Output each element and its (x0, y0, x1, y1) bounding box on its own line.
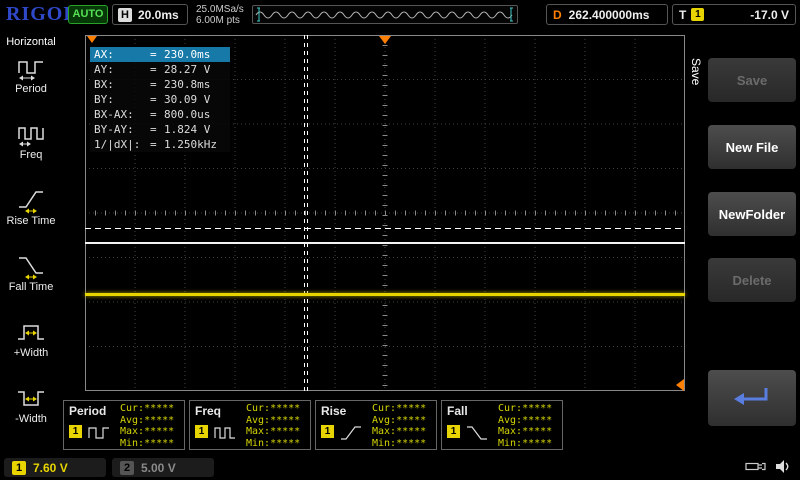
channel1-status[interactable]: 1 7.60 V (4, 458, 106, 477)
acquisition-info: 25.0MSa/s 6.00M pts (196, 4, 244, 26)
sidebar-item-period[interactable]: Period (0, 56, 62, 95)
sidebar-item-freq[interactable]: Freq (0, 122, 62, 161)
oscilloscope-screen: RIGOL AUTO H 20.0ms 25.0MSa/s 6.00M pts … (0, 0, 800, 480)
delay-icon: D (553, 8, 562, 22)
timebase-value: 20.0ms (138, 8, 179, 22)
channel1-trace (85, 293, 685, 296)
measurement-box-rise[interactable]: Rise 1 Cur:***** Avg:***** Max:***** Min… (315, 400, 437, 450)
cursor-ay-line[interactable] (85, 228, 685, 229)
measurement-box-period[interactable]: Period 1 Cur:***** Avg:***** Max:***** M… (63, 400, 185, 450)
status-bar: RIGOL AUTO H 20.0ms 25.0MSa/s 6.00M pts … (0, 0, 800, 30)
status-icons (745, 459, 792, 474)
return-arrow-icon (731, 384, 773, 412)
trigger-mode-badge: AUTO (68, 5, 108, 24)
fall-icon (465, 425, 489, 441)
measurement-stats: Cur:***** Avg:***** Max:***** Min:***** (120, 403, 174, 449)
horizontal-icon: H (118, 8, 132, 22)
cursor-row-by: BY: = 30.09 V (90, 92, 230, 107)
source-badge: 1 (447, 425, 460, 438)
memory-depth: 6.00M pts (196, 15, 244, 26)
measure-menu-title: Horizontal (0, 30, 62, 48)
menu-tab-save: Save (689, 58, 703, 85)
measure-menu: Horizontal Period Freq Rise Tim (0, 30, 62, 455)
rise-icon (339, 425, 363, 441)
save-button[interactable]: Save (708, 58, 796, 102)
cursor-row-bx: BX: = 230.8ms (90, 77, 230, 92)
trigger-position-marker[interactable] (379, 36, 391, 44)
delete-button[interactable]: Delete (708, 258, 796, 302)
period-icon (87, 425, 111, 441)
channel2-scale: 5.00 V (141, 461, 176, 475)
sidebar-item-rise-time[interactable]: Rise Time (0, 188, 62, 227)
new-folder-button[interactable]: NewFolder (708, 192, 796, 236)
trigger-source-badge: 1 (691, 8, 704, 21)
sample-rate: 25.0MSa/s (196, 4, 244, 15)
usb-icon (745, 460, 767, 473)
measurement-box-fall[interactable]: Fall 1 Cur:***** Avg:***** Max:***** Min… (441, 400, 563, 450)
trigger-position-edge-marker (87, 36, 97, 43)
minus-width-icon (16, 386, 46, 412)
cursor-row-bx-ax: BX-AX: = 800.0us (90, 107, 230, 122)
cursor-row-ay: AY: = 28.27 V (90, 62, 230, 77)
cursor-row-inverse-dx: 1/|dX|: = 1.250kHz (90, 137, 230, 152)
source-badge: 1 (69, 425, 82, 438)
trigger-display: T 1 -17.0 V (672, 4, 796, 25)
period-icon (16, 56, 46, 82)
back-button[interactable] (708, 370, 796, 426)
source-badge: 1 (195, 425, 208, 438)
measurement-stats: Cur:***** Avg:***** Max:***** Min:***** (498, 403, 552, 449)
cursor-by-line[interactable] (85, 242, 685, 244)
source-badge: 1 (321, 425, 334, 438)
cursor-row-by-ay: BY-AY: = 1.824 V (90, 122, 230, 137)
freq-icon (16, 122, 46, 148)
cursor-bx-line[interactable] (307, 35, 308, 391)
beeper-icon (775, 459, 792, 474)
plus-width-icon (16, 320, 46, 346)
delay-value: 262.400000ms (569, 8, 650, 22)
channel1-badge: 1 (12, 461, 26, 475)
waveform-memory-preview (252, 5, 518, 24)
trigger-level-marker[interactable] (676, 379, 684, 391)
channel-status-bar: 1 7.60 V 2 5.00 V (0, 455, 800, 480)
channel2-badge: 2 (120, 461, 134, 475)
rigol-logo: RIGOL (6, 3, 78, 26)
cursor-row-ax: AX: = 230.0ms (90, 47, 230, 62)
measurement-stats: Cur:***** Avg:***** Max:***** Min:***** (372, 403, 426, 449)
trigger-level-value: -17.0 V (750, 8, 789, 22)
channel1-scale: 7.60 V (33, 461, 68, 475)
measurement-stats: Cur:***** Avg:***** Max:***** Min:***** (246, 403, 300, 449)
freq-icon (213, 425, 237, 441)
waveform-display: AX: = 230.0ms AY: = 28.27 V BX: = 230.8m… (85, 35, 685, 391)
channel2-status[interactable]: 2 5.00 V (112, 458, 214, 477)
sidebar-item-fall-time[interactable]: Fall Time (0, 254, 62, 293)
preview-waveform-icon (253, 6, 517, 23)
horizontal-scale-display: H 20.0ms (112, 4, 188, 25)
softkey-menu: Save Save New File NewFolder Delete (688, 30, 800, 455)
rise-time-icon (16, 188, 46, 214)
new-file-button[interactable]: New File (708, 125, 796, 169)
cursor-ax-line[interactable] (304, 35, 305, 391)
measurement-statistics-row: Period 1 Cur:***** Avg:***** Max:***** M… (63, 400, 563, 450)
cursor-readout-panel: AX: = 230.0ms AY: = 28.27 V BX: = 230.8m… (90, 47, 230, 152)
delay-display: D 262.400000ms (546, 4, 668, 25)
trigger-icon: T (679, 8, 686, 22)
sidebar-item-plus-width[interactable]: +Width (0, 320, 62, 359)
measurement-box-freq[interactable]: Freq 1 Cur:***** Avg:***** Max:***** Min… (189, 400, 311, 450)
sidebar-item-minus-width[interactable]: -Width (0, 386, 62, 425)
fall-time-icon (16, 254, 46, 280)
